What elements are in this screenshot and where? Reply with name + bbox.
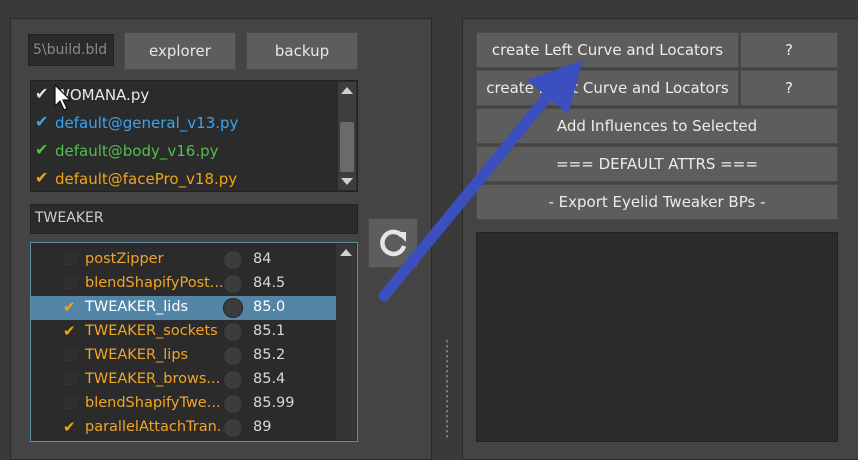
tree-item-label: TWEAKER_lips <box>85 347 189 363</box>
file-list-item[interactable]: ✔ default@body_v16.py <box>31 137 339 165</box>
tree-item[interactable]: blendShapifyTwe... 85.99 <box>31 392 337 416</box>
filter-input[interactable]: TWEAKER <box>30 204 358 234</box>
file-item-label: default@facePro_v18.py <box>55 170 238 188</box>
scroll-up-icon[interactable] <box>340 249 352 256</box>
tree-item-order: 85.2 <box>253 347 286 363</box>
checkmark-icon[interactable]: ✔ <box>35 84 48 103</box>
scrollbar-thumb[interactable] <box>340 122 354 172</box>
status-dot-icon[interactable] <box>223 394 243 414</box>
help-left-button[interactable]: ? <box>740 32 838 68</box>
checkbox[interactable] <box>65 397 77 409</box>
build-step-tree[interactable]: postZipper 84 blendShapifyPost... 84.5 ✔ TWEA… <box>30 242 358 442</box>
tree-scrollbar[interactable] <box>336 244 356 440</box>
scroll-down-icon[interactable] <box>341 178 353 185</box>
file-list-item[interactable]: ✔ default@general_v13.py <box>31 109 339 137</box>
tree-item-order: 85.99 <box>253 395 295 411</box>
checkbox[interactable] <box>65 277 77 289</box>
tree-item[interactable]: TWEAKER_lips 85.2 <box>31 344 337 368</box>
default-attrs-button[interactable]: === DEFAULT ATTRS === <box>476 146 838 182</box>
tree-item-label: TWEAKER_brows... <box>85 371 221 387</box>
checkbox[interactable] <box>65 253 77 265</box>
status-dot-icon[interactable] <box>223 298 243 318</box>
output-area <box>476 232 838 442</box>
checkbox[interactable] <box>65 373 77 385</box>
export-eyelid-bps-button[interactable]: - Export Eyelid Tweaker BPs - <box>476 184 838 220</box>
scroll-up-icon[interactable] <box>341 87 353 94</box>
refresh-button[interactable] <box>368 218 418 268</box>
tree-item-order: 85.4 <box>253 371 286 387</box>
file-list-item[interactable]: ✔ WOMANA.py <box>31 81 339 109</box>
tree-item[interactable]: ✔ parallelAttachTran... 89 <box>31 416 337 440</box>
checkmark-icon[interactable]: ✔ <box>63 298 76 316</box>
checkmark-icon[interactable]: ✔ <box>35 168 48 187</box>
checkmark-icon[interactable]: ✔ <box>63 418 76 436</box>
tree-item-label: TWEAKER_sockets <box>85 323 218 339</box>
explorer-button[interactable]: explorer <box>124 32 236 70</box>
status-dot-icon[interactable] <box>223 250 243 270</box>
create-right-curve-button[interactable]: create Right Curve and Locators <box>476 70 739 106</box>
mouse-cursor-icon <box>54 84 72 111</box>
tree-item[interactable]: TWEAKER_brows... 85.4 <box>31 368 337 392</box>
file-item-label: default@general_v13.py <box>55 114 239 132</box>
create-left-curve-button[interactable]: create Left Curve and Locators <box>476 32 739 68</box>
tree-item-order: 84 <box>253 251 272 267</box>
tree-item-order: 85.1 <box>253 323 286 339</box>
checkmark-icon[interactable]: ✔ <box>35 140 48 159</box>
file-list[interactable]: ✔ WOMANA.py ✔ default@general_v13.py ✔ d… <box>30 80 358 192</box>
tree-item-order: 84.5 <box>253 275 286 291</box>
checkmark-icon[interactable]: ✔ <box>63 322 76 340</box>
tree-item[interactable]: ✔ TWEAKER_sockets 85.1 <box>31 320 337 344</box>
panel-splitter[interactable] <box>446 340 448 438</box>
backup-button[interactable]: backup <box>246 32 358 70</box>
file-list-scrollbar[interactable] <box>338 82 356 190</box>
file-item-label: default@body_v16.py <box>55 142 219 160</box>
status-dot-icon[interactable] <box>223 274 243 294</box>
status-dot-icon[interactable] <box>223 418 243 438</box>
tree-item[interactable]: blendShapifyPost... 84.5 <box>31 272 337 296</box>
tree-item[interactable]: postZipper 84 <box>31 248 337 272</box>
tree-item-label: postZipper <box>85 251 164 267</box>
refresh-icon <box>380 229 407 257</box>
status-dot-icon[interactable] <box>223 322 243 342</box>
checkbox[interactable] <box>65 349 77 361</box>
help-right-button[interactable]: ? <box>740 70 838 106</box>
tree-item-order: 85.0 <box>253 299 286 315</box>
build-path-field[interactable]: 5\build.bld <box>28 34 114 66</box>
add-influences-button[interactable]: Add Influences to Selected <box>476 108 838 144</box>
checkmark-icon[interactable]: ✔ <box>35 112 48 131</box>
tree-item-label: blendShapifyPost... <box>85 275 224 291</box>
tree-item[interactable]: ✔ TWEAKER_lids 85.0 <box>31 296 337 320</box>
tree-item-label: blendShapifyTwe... <box>85 395 221 411</box>
tree-item-order: 89 <box>253 419 272 435</box>
tree-item-label: TWEAKER_lids <box>85 299 189 315</box>
file-list-item[interactable]: ✔ default@facePro_v18.py <box>31 165 339 191</box>
status-dot-icon[interactable] <box>223 346 243 366</box>
status-dot-icon[interactable] <box>223 370 243 390</box>
tree-item-label: parallelAttachTran... <box>85 419 231 435</box>
